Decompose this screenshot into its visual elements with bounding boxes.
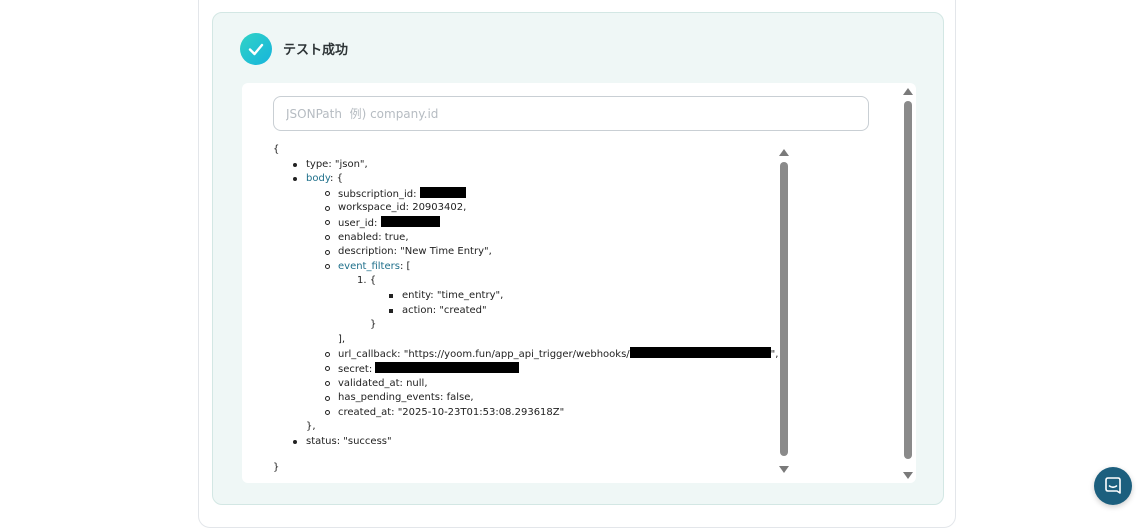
redacted-block bbox=[419, 186, 466, 198]
outer-scroll-thumb[interactable] bbox=[904, 101, 912, 459]
jsonpath-search-input[interactable] bbox=[273, 96, 869, 131]
chat-support-button[interactable] bbox=[1094, 467, 1132, 505]
scroll-up-arrow-icon[interactable] bbox=[903, 88, 913, 95]
json-tree: { type: "json", body: { subscription_id:… bbox=[273, 143, 779, 476]
json-description-line: description: "New Time Entry", bbox=[325, 245, 773, 260]
json-created-at-line: created_at: "2025-10-23T01:53:08.293618Z… bbox=[325, 406, 773, 421]
json-event-filters-close: ], bbox=[338, 333, 346, 345]
json-secret-line: secret: bbox=[325, 361, 773, 377]
json-type-line: type: "json", bbox=[293, 158, 773, 173]
redacted-block bbox=[380, 215, 440, 227]
json-has-pending-events-line: has_pending_events: false, bbox=[325, 391, 773, 406]
json-close-brace: } bbox=[273, 462, 280, 474]
json-open-brace: { bbox=[273, 144, 280, 155]
check-icon bbox=[240, 32, 272, 65]
chat-bubble-icon bbox=[1105, 477, 1121, 494]
event-filters-key-toggle[interactable]: event_filters bbox=[338, 261, 400, 272]
redacted-block bbox=[375, 361, 520, 373]
json-enabled-line: enabled: true, bbox=[325, 231, 773, 246]
body-key-toggle[interactable]: body bbox=[306, 173, 330, 184]
json-body-line[interactable]: body: { bbox=[293, 172, 773, 187]
json-user-id-line: user_id: bbox=[325, 215, 773, 231]
inner-scroll-thumb[interactable] bbox=[780, 162, 788, 456]
json-filter-item-open: 1. { bbox=[357, 275, 377, 287]
json-filter-item-close: } bbox=[370, 319, 377, 331]
scroll-down-arrow-icon[interactable] bbox=[903, 472, 913, 479]
json-action-line: action: "created" bbox=[389, 304, 773, 319]
json-subscription-id-line: subscription_id: bbox=[325, 186, 773, 202]
status-header: テスト成功 bbox=[240, 32, 348, 65]
inner-scrollbar[interactable] bbox=[778, 148, 790, 474]
json-body-close: }, bbox=[306, 421, 316, 433]
status-title: テスト成功 bbox=[283, 43, 349, 58]
json-workspace-id-line: workspace_id: 20903402, bbox=[325, 201, 773, 216]
json-url-callback-line: url_callback: "https://yoom.fun/app_api_… bbox=[325, 347, 779, 361]
json-validated-at-line: validated_at: null, bbox=[325, 377, 773, 392]
outer-scrollbar[interactable] bbox=[902, 87, 914, 481]
scroll-up-arrow-icon[interactable] bbox=[779, 149, 789, 156]
redacted-block bbox=[629, 347, 771, 359]
json-event-filters-line[interactable]: event_filters: [ bbox=[325, 260, 773, 275]
json-entity-line: entity: "time_entry", bbox=[389, 289, 773, 304]
json-status-line: status: "success" bbox=[293, 435, 773, 450]
scroll-down-arrow-icon[interactable] bbox=[779, 466, 789, 473]
